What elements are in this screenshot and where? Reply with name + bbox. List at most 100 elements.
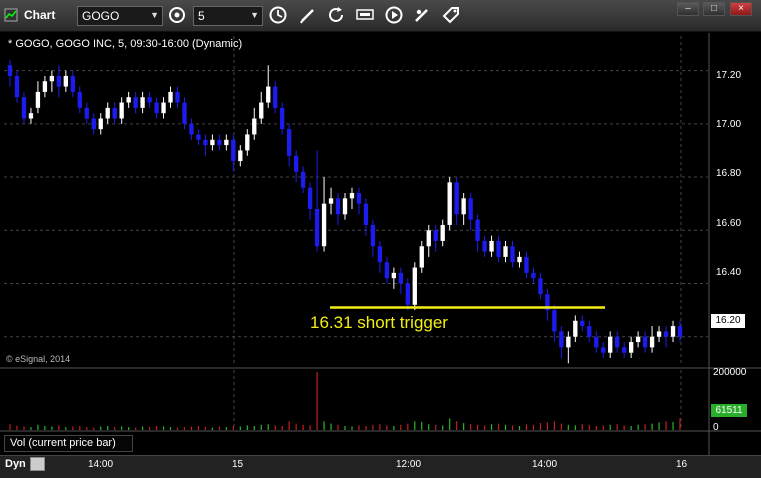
candle-body [649, 336, 655, 348]
candle-body [405, 283, 410, 305]
candle-body [656, 331, 662, 337]
candle-body [63, 75, 68, 87]
candle-body [300, 171, 306, 188]
lock-icon[interactable] [30, 457, 45, 471]
candle-body [56, 75, 62, 87]
candle-body [321, 203, 327, 247]
candle-body [468, 198, 473, 220]
candle-body [628, 342, 634, 353]
price-axis-label: 17.00 [716, 119, 742, 130]
candle-body [42, 81, 48, 92]
candle-body [273, 86, 278, 108]
candle-body [287, 129, 292, 156]
candle-body [580, 320, 585, 327]
candle-body [642, 336, 648, 348]
candle-body [370, 224, 376, 247]
candle-body [503, 246, 508, 257]
candle-body [342, 198, 348, 215]
candle-body [426, 230, 431, 247]
candle-body [196, 134, 201, 140]
candle-body [454, 182, 459, 215]
price-axis-label: 16.40 [716, 267, 742, 278]
price-axis-label: 17.20 [716, 70, 742, 81]
volume-axis-label: 0 [713, 422, 719, 433]
candle-body [531, 272, 536, 279]
candle-body [280, 107, 285, 130]
candle-body [217, 139, 222, 146]
candle-body [105, 107, 110, 119]
candle-body [412, 267, 417, 305]
candle-body [559, 331, 564, 348]
candle-body [587, 326, 592, 337]
candle-body [182, 102, 187, 124]
candle-body [293, 155, 299, 172]
candle-body [28, 113, 34, 119]
candle-body [538, 278, 543, 295]
price-axis-label: 16.60 [716, 218, 742, 229]
chart-canvas[interactable] [0, 0, 761, 478]
candle-body [517, 256, 522, 263]
candle-body [231, 139, 236, 162]
candle-body [210, 139, 215, 146]
time-axis-label: 12:00 [396, 459, 422, 470]
candle-body [168, 91, 173, 103]
candle-body [356, 193, 362, 204]
candle-body [670, 326, 676, 337]
candle-body [314, 208, 320, 247]
chart-window: Chart GOGO ▼ 5 ▼ – □ × * GOGO, GOGO INC,… [0, 0, 761, 478]
price-axis-label: 16.80 [716, 168, 742, 179]
dyn-label: Dyn [5, 458, 26, 470]
candle-body [7, 65, 13, 76]
candle-body [91, 118, 96, 130]
candle-body [161, 102, 166, 114]
candle-body [663, 331, 669, 337]
candle-body [552, 310, 557, 332]
candle-body [566, 336, 571, 348]
candle-body [189, 123, 194, 135]
candle-body [133, 97, 138, 108]
candle-body [398, 272, 403, 284]
candle-body [266, 86, 271, 103]
candle-body [154, 102, 159, 114]
time-axis-label: 16 [676, 459, 688, 470]
candle-body [21, 97, 27, 119]
candle-body [84, 107, 89, 119]
candle-body [510, 246, 515, 263]
candle-body [635, 336, 641, 343]
candle-body [601, 347, 606, 353]
candle-body [677, 326, 683, 337]
candle-body [447, 182, 452, 225]
candle-body [573, 320, 578, 337]
candle-body [328, 198, 334, 204]
current-volume-tag: 61511 [711, 404, 747, 417]
candle-body [363, 203, 369, 225]
candle-body [175, 91, 180, 103]
candle-body [245, 134, 250, 151]
candle-body [98, 118, 103, 130]
time-axis-label: 14:00 [88, 459, 114, 470]
time-axis-bar [0, 455, 761, 478]
candle-body [384, 262, 390, 279]
candle-body [335, 198, 341, 215]
candle-body [475, 219, 480, 241]
candle-body [140, 97, 145, 108]
candle-body [49, 75, 55, 82]
candle-body [391, 272, 397, 279]
current-price-tag: 16.20 [711, 314, 745, 328]
candle-body [489, 240, 494, 252]
candle-body [77, 91, 82, 108]
candle-body [524, 256, 529, 273]
volume-axis-label: 200000 [713, 367, 747, 378]
candle-body [14, 75, 20, 98]
volume-legend[interactable]: Vol (current price bar) [4, 435, 133, 452]
trigger-annotation: 16.31 short trigger [310, 313, 448, 332]
candle-body [622, 347, 627, 353]
candle-body [615, 336, 620, 348]
candle-body [419, 246, 424, 268]
candle-body [238, 150, 243, 162]
candle-body [119, 102, 124, 119]
candle-body [440, 224, 445, 241]
chart-legend: * GOGO, GOGO INC, 5, 09:30-16:00 (Dynami… [8, 38, 243, 50]
candle-body [224, 139, 229, 146]
candle-body [126, 97, 131, 103]
